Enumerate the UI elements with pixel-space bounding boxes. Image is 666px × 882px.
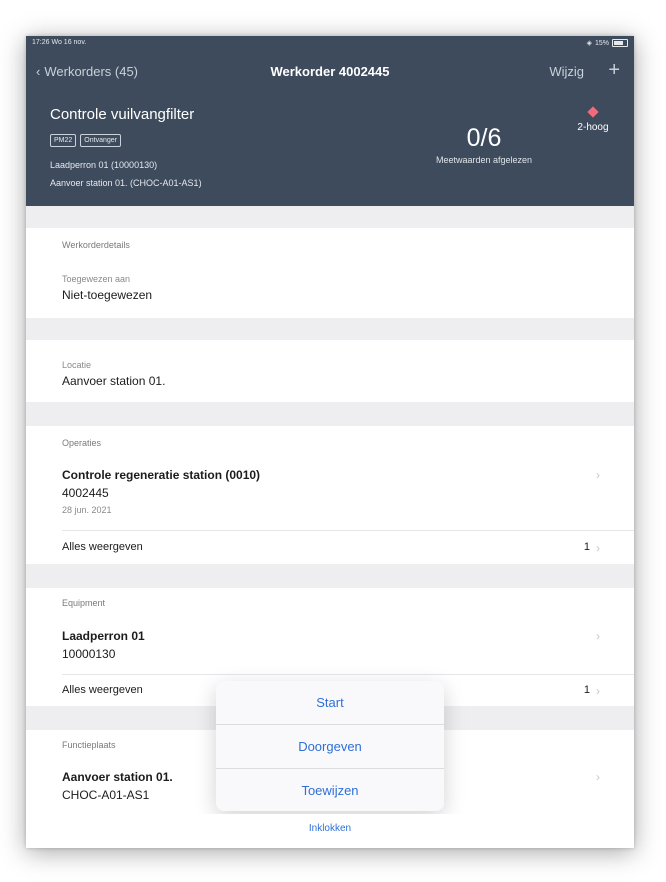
equipment-row[interactable]: Laadperron 01 10000130 › bbox=[26, 618, 634, 668]
divider bbox=[62, 674, 634, 675]
counter-label: Meetwaarden afgelezen bbox=[435, 155, 533, 165]
tag-pm22: PM22 bbox=[50, 134, 77, 147]
assigned-label: Toegewezen aan bbox=[62, 274, 131, 284]
start-button[interactable]: Start bbox=[216, 681, 444, 724]
functional-location-code: CHOC-A01-AS1 bbox=[62, 788, 150, 802]
functional-location-line: Aanvoer station 01. (CHOC-A01-AS1) bbox=[50, 178, 202, 188]
status-bar: 17:26 Wo 16 nov. ◈ 15% bbox=[26, 36, 634, 50]
operations-section: Operaties Controle regeneratie station (… bbox=[26, 426, 634, 564]
details-section-label: Werkorderdetails bbox=[62, 240, 130, 250]
details-section: Werkorderdetails Toegewezen aan Niet-toe… bbox=[26, 228, 634, 318]
counter-value: 0/6 bbox=[466, 124, 502, 152]
workorder-header: 17:26 Wo 16 nov. ◈ 15% ‹ Werkorders (45)… bbox=[26, 36, 634, 206]
navigation-bar: ‹ Werkorders (45) Werkorder 4002445 Wijz… bbox=[26, 58, 634, 86]
back-button[interactable]: ‹ Werkorders (45) bbox=[36, 64, 138, 79]
workorder-title: Controle vuilvangfilter bbox=[50, 106, 195, 123]
operations-section-label: Operaties bbox=[62, 438, 102, 448]
action-menu: Start Doorgeven Toewijzen bbox=[216, 681, 444, 811]
tag-receiver: Ontvanger bbox=[80, 134, 121, 147]
operations-show-all-button[interactable]: Alles weergeven 1 › bbox=[26, 532, 634, 564]
chevron-right-icon: › bbox=[596, 468, 600, 482]
priority-indicator: 2-hoog bbox=[566, 106, 620, 133]
equipment-line: Laadperron 01 (10000130) bbox=[50, 160, 158, 170]
assigned-value[interactable]: Niet-toegewezen bbox=[62, 288, 152, 302]
equipment-title: Laadperron 01 bbox=[62, 629, 145, 643]
wifi-icon: ◈ bbox=[586, 40, 592, 47]
operations-count: 1 bbox=[583, 541, 590, 553]
equipment-number: 10000130 bbox=[62, 647, 116, 661]
equipment-count: 1 bbox=[583, 684, 590, 696]
show-all-label: Alles weergeven bbox=[62, 684, 143, 696]
battery-icon bbox=[612, 39, 628, 47]
priority-label: 2-hoog bbox=[577, 122, 609, 133]
location-value: Aanvoer station 01. bbox=[62, 374, 166, 388]
edit-button[interactable]: Wijzig bbox=[549, 64, 584, 79]
measurement-counter: 0/6 Meetwaarden afgelezen bbox=[418, 124, 550, 165]
status-date: Wo 16 nov. bbox=[51, 39, 87, 46]
forward-button[interactable]: Doorgeven bbox=[216, 725, 444, 768]
chevron-right-icon: › bbox=[596, 770, 600, 784]
chevron-right-icon: › bbox=[596, 629, 600, 643]
workorder-tags: PM22 Ontvanger bbox=[50, 134, 121, 147]
divider bbox=[62, 530, 634, 531]
operation-title: Controle regeneratie station (0010) bbox=[62, 468, 261, 482]
show-all-label: Alles weergeven bbox=[62, 541, 143, 553]
location-section: Locatie Aanvoer station 01. bbox=[26, 340, 634, 402]
chevron-right-icon: › bbox=[596, 541, 600, 555]
assign-button[interactable]: Toewijzen bbox=[216, 769, 444, 811]
location-label: Locatie bbox=[62, 360, 92, 370]
functional-location-section-label: Functieplaats bbox=[62, 740, 116, 750]
battery-percentage: 15% bbox=[594, 39, 609, 47]
ipad-screen: 17:26 Wo 16 nov. ◈ 15% ‹ Werkorders (45)… bbox=[26, 36, 634, 848]
priority-diamond-icon bbox=[587, 106, 599, 118]
operation-row[interactable]: Controle regeneratie station (0010) 4002… bbox=[26, 460, 634, 522]
add-icon[interactable]: + bbox=[608, 59, 620, 82]
back-label: Werkorders (45) bbox=[44, 64, 139, 79]
collapse-button[interactable]: Inklokken bbox=[26, 814, 634, 848]
functional-location-title: Aanvoer station 01. bbox=[62, 770, 173, 784]
status-time: 17:26 bbox=[32, 39, 50, 46]
operation-number: 4002445 bbox=[62, 486, 109, 500]
chevron-right-icon: › bbox=[596, 684, 600, 698]
operation-date: 28 jun. 2021 bbox=[62, 505, 112, 515]
chevron-left-icon: ‹ bbox=[36, 64, 41, 79]
equipment-section-label: Equipment bbox=[62, 598, 106, 608]
